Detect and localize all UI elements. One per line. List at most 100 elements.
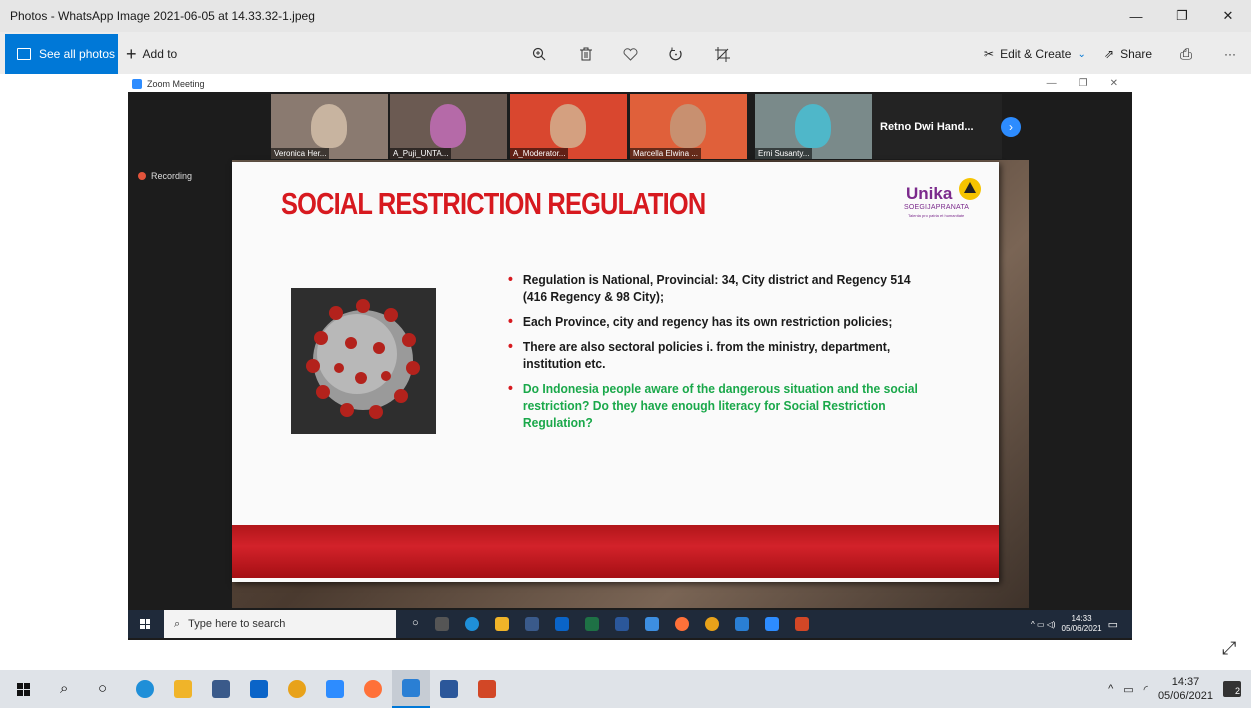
inner-word-icon: [614, 617, 629, 631]
plus-icon: +: [126, 43, 137, 64]
participant-tile: A_Puji_UNTA...: [390, 94, 507, 159]
inner-photos-icon: [734, 617, 749, 631]
participant-tile: A_Moderator...: [510, 94, 627, 159]
taskbar-app-cortana[interactable]: ○: [88, 670, 126, 708]
heart-icon: [623, 47, 637, 61]
taskbar-app-file-explorer[interactable]: [164, 670, 202, 708]
file-explorer-icon: [174, 680, 192, 698]
close-button[interactable]: ✕: [1205, 0, 1251, 32]
clock[interactable]: 14:37 05/06/2021: [1158, 675, 1213, 703]
taskbar-app-zoom[interactable]: [316, 670, 354, 708]
photos-gallery-icon: [17, 48, 31, 60]
participant-tile: Veronica Her...: [271, 94, 388, 159]
inner-excel-icon: [584, 617, 599, 631]
clock-date: 05/06/2021: [1157, 690, 1213, 702]
slide-bullet-question: Do Indonesia people aware of the dangero…: [508, 380, 927, 431]
inner-clock-date: 05/06/2021: [1061, 624, 1102, 633]
participant-name: Veronica Her...: [271, 148, 330, 159]
recording-label: Recording: [151, 171, 193, 181]
title-bar: Photos - WhatsApp Image 2021-06-05 at 14…: [0, 0, 1251, 32]
taskbar-app-mail[interactable]: [240, 670, 278, 708]
slide-title: SOCIAL RESTRICTION REGULATION: [281, 186, 706, 221]
notification-center-button[interactable]: 2: [1223, 681, 1241, 697]
see-all-photos-label: See all photos: [39, 47, 116, 61]
coronavirus-image: [291, 288, 436, 434]
print-button[interactable]: ⎙: [1180, 34, 1192, 74]
rotate-icon: [669, 47, 682, 61]
inner-zoom-icon: [764, 617, 779, 631]
crop-button[interactable]: [710, 34, 734, 74]
notification-count: 2: [1234, 686, 1240, 696]
firefox-icon: [364, 680, 382, 698]
rotate-button[interactable]: [664, 34, 688, 74]
taskbar-app-chrome[interactable]: [278, 670, 316, 708]
inner-app-icon: [644, 617, 659, 631]
virus-illustration: [306, 299, 420, 419]
minimize-button[interactable]: —: [1113, 0, 1159, 32]
logo-tagline: Talenta pro patria et humanitate: [908, 213, 965, 218]
store-icon: [212, 680, 230, 698]
clock-time: 14:37: [1171, 676, 1200, 688]
favorite-button[interactable]: [618, 34, 642, 74]
slide-bullet: There are also sectoral policies i. from…: [508, 338, 927, 372]
participant-name: Marcella Elwina ...: [630, 148, 701, 159]
edge-icon: [136, 680, 154, 698]
featured-participant-name: Retno Dwi Hand...: [880, 120, 974, 133]
logo-sub-text: SOEGIJAPRANATA: [904, 204, 970, 211]
inner-taskbar: ⌕ Type here to search ○ ^ ▭ ◁) 14:33 05/…: [128, 610, 1132, 638]
inner-store-icon: [524, 617, 539, 631]
taskbar-app-store[interactable]: [202, 670, 240, 708]
zoom-close: ✕: [1109, 78, 1118, 89]
inner-edge-icon: [464, 617, 479, 631]
participant-name: A_Moderator...: [510, 148, 569, 159]
tray-overflow-icon[interactable]: ^: [1108, 683, 1113, 695]
taskbar-app-firefox[interactable]: [354, 670, 392, 708]
battery-icon[interactable]: ▭: [1123, 683, 1133, 696]
taskbar-app-edge[interactable]: [126, 670, 164, 708]
participant-video: [795, 104, 831, 148]
participant-tile: Erni Susanty...: [755, 94, 872, 159]
share-button[interactable]: ⇗ Share: [1104, 34, 1152, 74]
taskbar-app-photos[interactable]: [392, 670, 430, 708]
mail-icon: [250, 680, 268, 698]
taskbar-app-search[interactable]: ⌕: [50, 670, 88, 708]
taskbar-app-word[interactable]: [430, 670, 468, 708]
edit-create-icon: ✂: [984, 47, 995, 61]
slide-bullet-list: Regulation is National, Provincial: 34, …: [508, 271, 958, 439]
start-button[interactable]: [17, 682, 30, 696]
edit-create-button[interactable]: ✂ Edit & Create ⌄: [984, 34, 1086, 74]
zoom-minimize: —: [1046, 78, 1057, 89]
inner-powerpoint-icon: [794, 617, 809, 631]
inner-firefox-icon: [674, 617, 689, 631]
inner-system-tray: ^ ▭ ◁) 14:33 05/06/2021 ▭: [1031, 614, 1132, 634]
word-icon: [440, 680, 458, 698]
zoom-restore: ❐: [1078, 78, 1088, 89]
zoom-in-button[interactable]: [527, 34, 551, 74]
wifi-icon[interactable]: ◜: [1144, 683, 1148, 696]
crop-icon: [714, 46, 730, 62]
zoom-app-icon: [132, 78, 142, 89]
inner-taskview-icon: [434, 617, 449, 631]
participant-tile: Marcella Elwina ...: [630, 94, 747, 159]
add-to-button[interactable]: + Add to: [126, 34, 177, 74]
inner-search-icon: ⌕: [174, 617, 181, 630]
inner-tray-icons: ^ ▭ ◁): [1030, 619, 1056, 629]
taskbar-app-powerpoint[interactable]: [468, 670, 506, 708]
windows-taskbar: ⌕ ○ ^ ▭ ◜ 14:37 05/06/2021 2: [0, 670, 1251, 708]
participant-video: [670, 104, 706, 148]
share-label: Share: [1120, 47, 1153, 61]
zoom-titlebar: Zoom Meeting — ❐ ✕: [128, 75, 1132, 92]
inner-search-box: ⌕ Type here to search: [164, 610, 396, 638]
system-tray: ^ ▭ ◜ 14:37 05/06/2021 2: [1108, 675, 1251, 703]
slide-footer-band: [232, 525, 999, 578]
delete-button[interactable]: [574, 34, 598, 74]
more-options-button[interactable]: ···: [1224, 34, 1236, 74]
restore-button[interactable]: ❐: [1159, 0, 1205, 32]
zoom-icon: [326, 680, 344, 698]
add-to-label: Add to: [142, 47, 178, 61]
see-all-photos-button[interactable]: See all photos: [5, 34, 118, 74]
inner-notification-icon: ▭: [1107, 618, 1118, 631]
expand-icon[interactable]: ⤢: [1222, 638, 1236, 659]
participant-name: A_Puji_UNTA...: [390, 148, 452, 159]
zoom-window-title: Zoom Meeting: [147, 78, 205, 89]
